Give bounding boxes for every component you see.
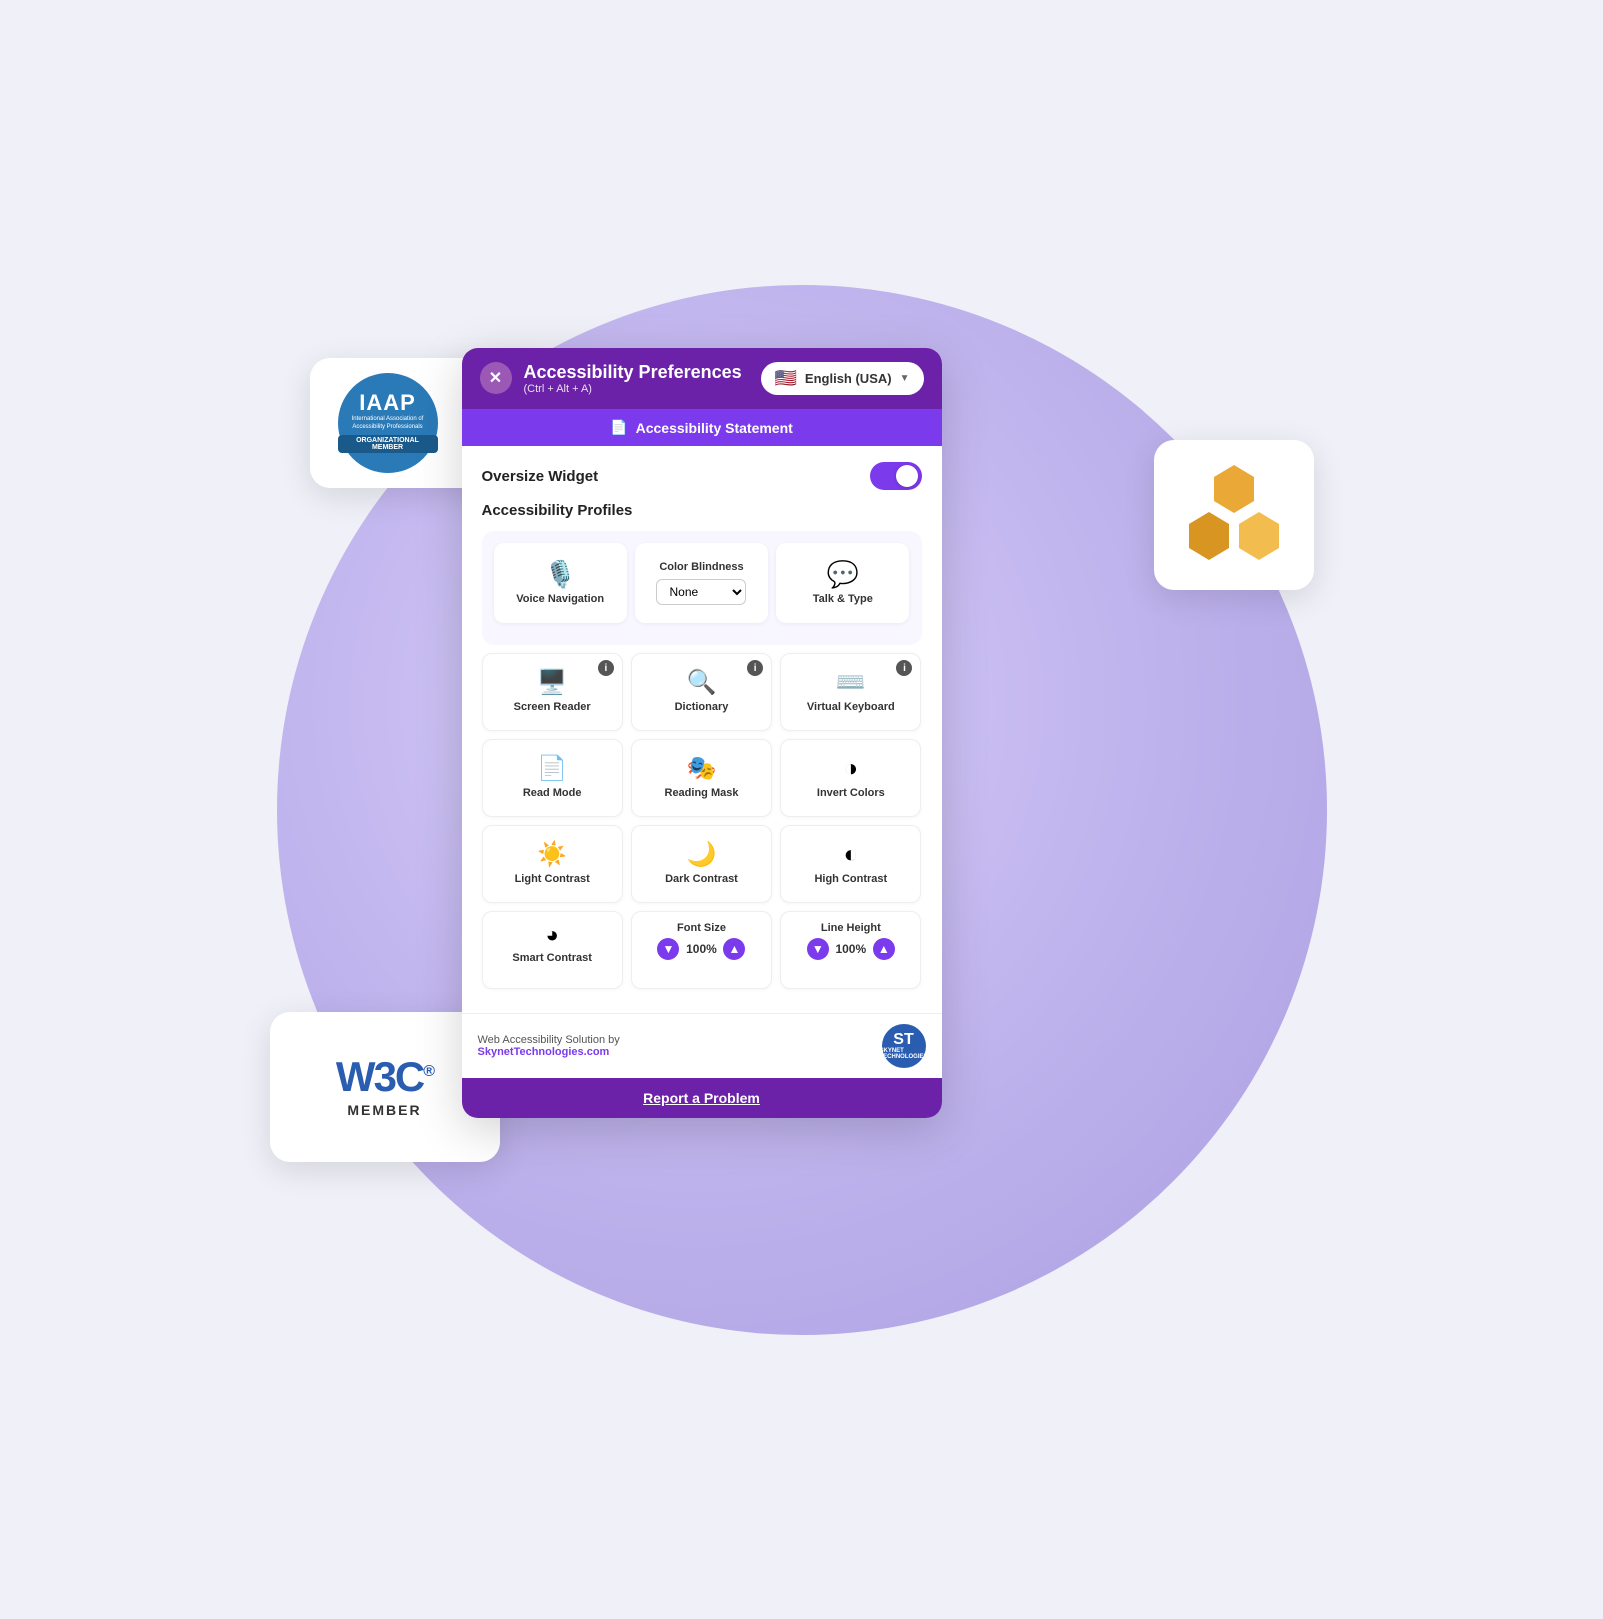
statement-icon: 📄 (610, 419, 627, 436)
toggle-knob (896, 465, 918, 487)
widget-footer: Web Accessibility Solution by SkynetTech… (462, 1013, 942, 1078)
profile-talk-type[interactable]: 💬 Talk & Type (776, 543, 909, 623)
info-icon-virtual-keyboard: i (896, 660, 912, 676)
honeycomb-card (1154, 440, 1314, 590)
w3c-logo: W3C® (336, 1056, 433, 1098)
color-blindness-cell: Color Blindness None Protanopia Deuteran… (635, 543, 768, 623)
language-button[interactable]: 🇺🇸 English (USA) ▼ (761, 362, 924, 395)
close-button[interactable]: ✕ (480, 362, 512, 394)
line-height-controls: ▼ 100% ▲ (807, 938, 895, 960)
font-size-value: 100% (683, 942, 719, 956)
report-problem-button[interactable]: Report a Problem (462, 1078, 942, 1118)
widget-title: Accessibility Preferences (524, 362, 742, 384)
iaap-description: International Association of Accessibili… (338, 416, 438, 430)
scene: IAAP International Association of Access… (202, 210, 1402, 1410)
color-blindness-label: Color Blindness (659, 561, 743, 573)
iaap-logo-text: IAAP (359, 392, 416, 414)
feature-grid: i 🖥️ Screen Reader i 🔍 Dictionary i ⌨️ V… (482, 653, 922, 903)
smart-contrast-label: Smart Contrast (512, 952, 591, 964)
skynet-logo: ST SKYNET TECHNOLOGIES (882, 1024, 926, 1068)
invert-colors-icon: ◑ (844, 757, 859, 781)
feature-virtual-keyboard[interactable]: i ⌨️ Virtual Keyboard (780, 653, 921, 731)
smart-contrast-cell[interactable]: ◕ Smart Contrast (482, 911, 623, 989)
skynet-logo-text: ST (893, 1032, 913, 1048)
accessibility-widget: ✕ Accessibility Preferences (Ctrl + Alt … (462, 348, 942, 1119)
font-size-label: Font Size (677, 922, 726, 934)
smart-contrast-icon: ◕ (546, 922, 559, 948)
dark-contrast-icon: 🌙 (687, 843, 717, 867)
oversize-toggle[interactable] (870, 462, 922, 490)
oversize-label: Oversize Widget (482, 468, 599, 485)
feature-screen-reader[interactable]: i 🖥️ Screen Reader (482, 653, 623, 731)
iaap-badge: IAAP International Association of Access… (338, 373, 438, 473)
iaap-org-label: ORGANIZATIONAL MEMBER (338, 435, 438, 453)
widget-shortcut: (Ctrl + Alt + A) (524, 383, 742, 395)
color-blindness-select[interactable]: None Protanopia Deuteranopia Tritanopia (656, 579, 746, 605)
font-size-cell: Font Size ▼ 100% ▲ (631, 911, 772, 989)
info-icon-screen-reader: i (598, 660, 614, 676)
virtual-keyboard-label: Virtual Keyboard (807, 701, 895, 713)
profile-row: 🎙️ Voice Navigation Color Blindness None… (494, 543, 910, 623)
font-size-increase-button[interactable]: ▲ (723, 938, 745, 960)
w3c-member-label: MEMBER (347, 1102, 421, 1118)
feature-high-contrast[interactable]: ◐ High Contrast (780, 825, 921, 903)
registered-symbol: ® (423, 1063, 433, 1080)
reading-mask-icon: 🎭 (687, 757, 717, 781)
info-icon-dictionary: i (747, 660, 763, 676)
footer-text: Web Accessibility Solution by (478, 1034, 620, 1046)
voice-navigation-icon: 🎙️ (544, 561, 576, 587)
screen-reader-label: Screen Reader (514, 701, 591, 713)
feature-light-contrast[interactable]: ☀️ Light Contrast (482, 825, 623, 903)
oversize-row: Oversize Widget (482, 462, 922, 490)
profile-voice-navigation[interactable]: 🎙️ Voice Navigation (494, 543, 627, 623)
feature-dark-contrast[interactable]: 🌙 Dark Contrast (631, 825, 772, 903)
invert-colors-label: Invert Colors (817, 787, 885, 799)
line-height-increase-button[interactable]: ▲ (873, 938, 895, 960)
line-height-cell: Line Height ▼ 100% ▲ (780, 911, 921, 989)
honeycomb-icon (1179, 460, 1289, 570)
talk-type-label: Talk & Type (813, 593, 873, 606)
light-contrast-icon: ☀️ (537, 843, 567, 867)
voice-navigation-label: Voice Navigation (516, 593, 604, 606)
accessibility-statement-bar[interactable]: 📄 Accessibility Statement (462, 409, 942, 446)
header-left: ✕ Accessibility Preferences (Ctrl + Alt … (480, 362, 742, 396)
statement-label: Accessibility Statement (636, 420, 793, 436)
dictionary-icon: 🔍 (687, 671, 717, 695)
font-size-decrease-button[interactable]: ▼ (657, 938, 679, 960)
footer-link[interactable]: SkynetTechnologies.com (478, 1046, 620, 1058)
screen-reader-icon: 🖥️ (537, 671, 567, 695)
light-contrast-label: Light Contrast (515, 873, 590, 885)
widget-title-block: Accessibility Preferences (Ctrl + Alt + … (524, 362, 742, 396)
read-mode-icon: 📄 (537, 757, 567, 781)
skynet-logo-subtext: SKYNET TECHNOLOGIES (880, 1048, 928, 1060)
feature-dictionary[interactable]: i 🔍 Dictionary (631, 653, 772, 731)
line-height-decrease-button[interactable]: ▼ (807, 938, 829, 960)
flag-icon: 🇺🇸 (775, 368, 797, 389)
profiles-section: 🎙️ Voice Navigation Color Blindness None… (482, 531, 922, 645)
line-height-label: Line Height (821, 922, 881, 934)
reading-mask-label: Reading Mask (665, 787, 739, 799)
font-size-controls: ▼ 100% ▲ (657, 938, 745, 960)
feature-reading-mask[interactable]: 🎭 Reading Mask (631, 739, 772, 817)
profiles-section-label: Accessibility Profiles (482, 502, 922, 519)
bottom-row: ◕ Smart Contrast Font Size ▼ 100% ▲ Line… (482, 911, 922, 989)
line-height-value: 100% (833, 942, 869, 956)
talk-type-icon: 💬 (827, 561, 859, 587)
chevron-down-icon: ▼ (900, 373, 910, 384)
read-mode-label: Read Mode (523, 787, 582, 799)
dark-contrast-label: Dark Contrast (665, 873, 738, 885)
footer-left: Web Accessibility Solution by SkynetTech… (478, 1034, 620, 1058)
high-contrast-label: High Contrast (814, 873, 887, 885)
dictionary-label: Dictionary (675, 701, 729, 713)
virtual-keyboard-icon: ⌨️ (836, 671, 866, 695)
feature-read-mode[interactable]: 📄 Read Mode (482, 739, 623, 817)
widget-header: ✕ Accessibility Preferences (Ctrl + Alt … (462, 348, 942, 410)
lang-label: English (USA) (805, 371, 892, 386)
widget-body: Oversize Widget Accessibility Profiles 🎙… (462, 446, 942, 1013)
feature-invert-colors[interactable]: ◑ Invert Colors (780, 739, 921, 817)
high-contrast-icon: ◐ (844, 843, 859, 867)
